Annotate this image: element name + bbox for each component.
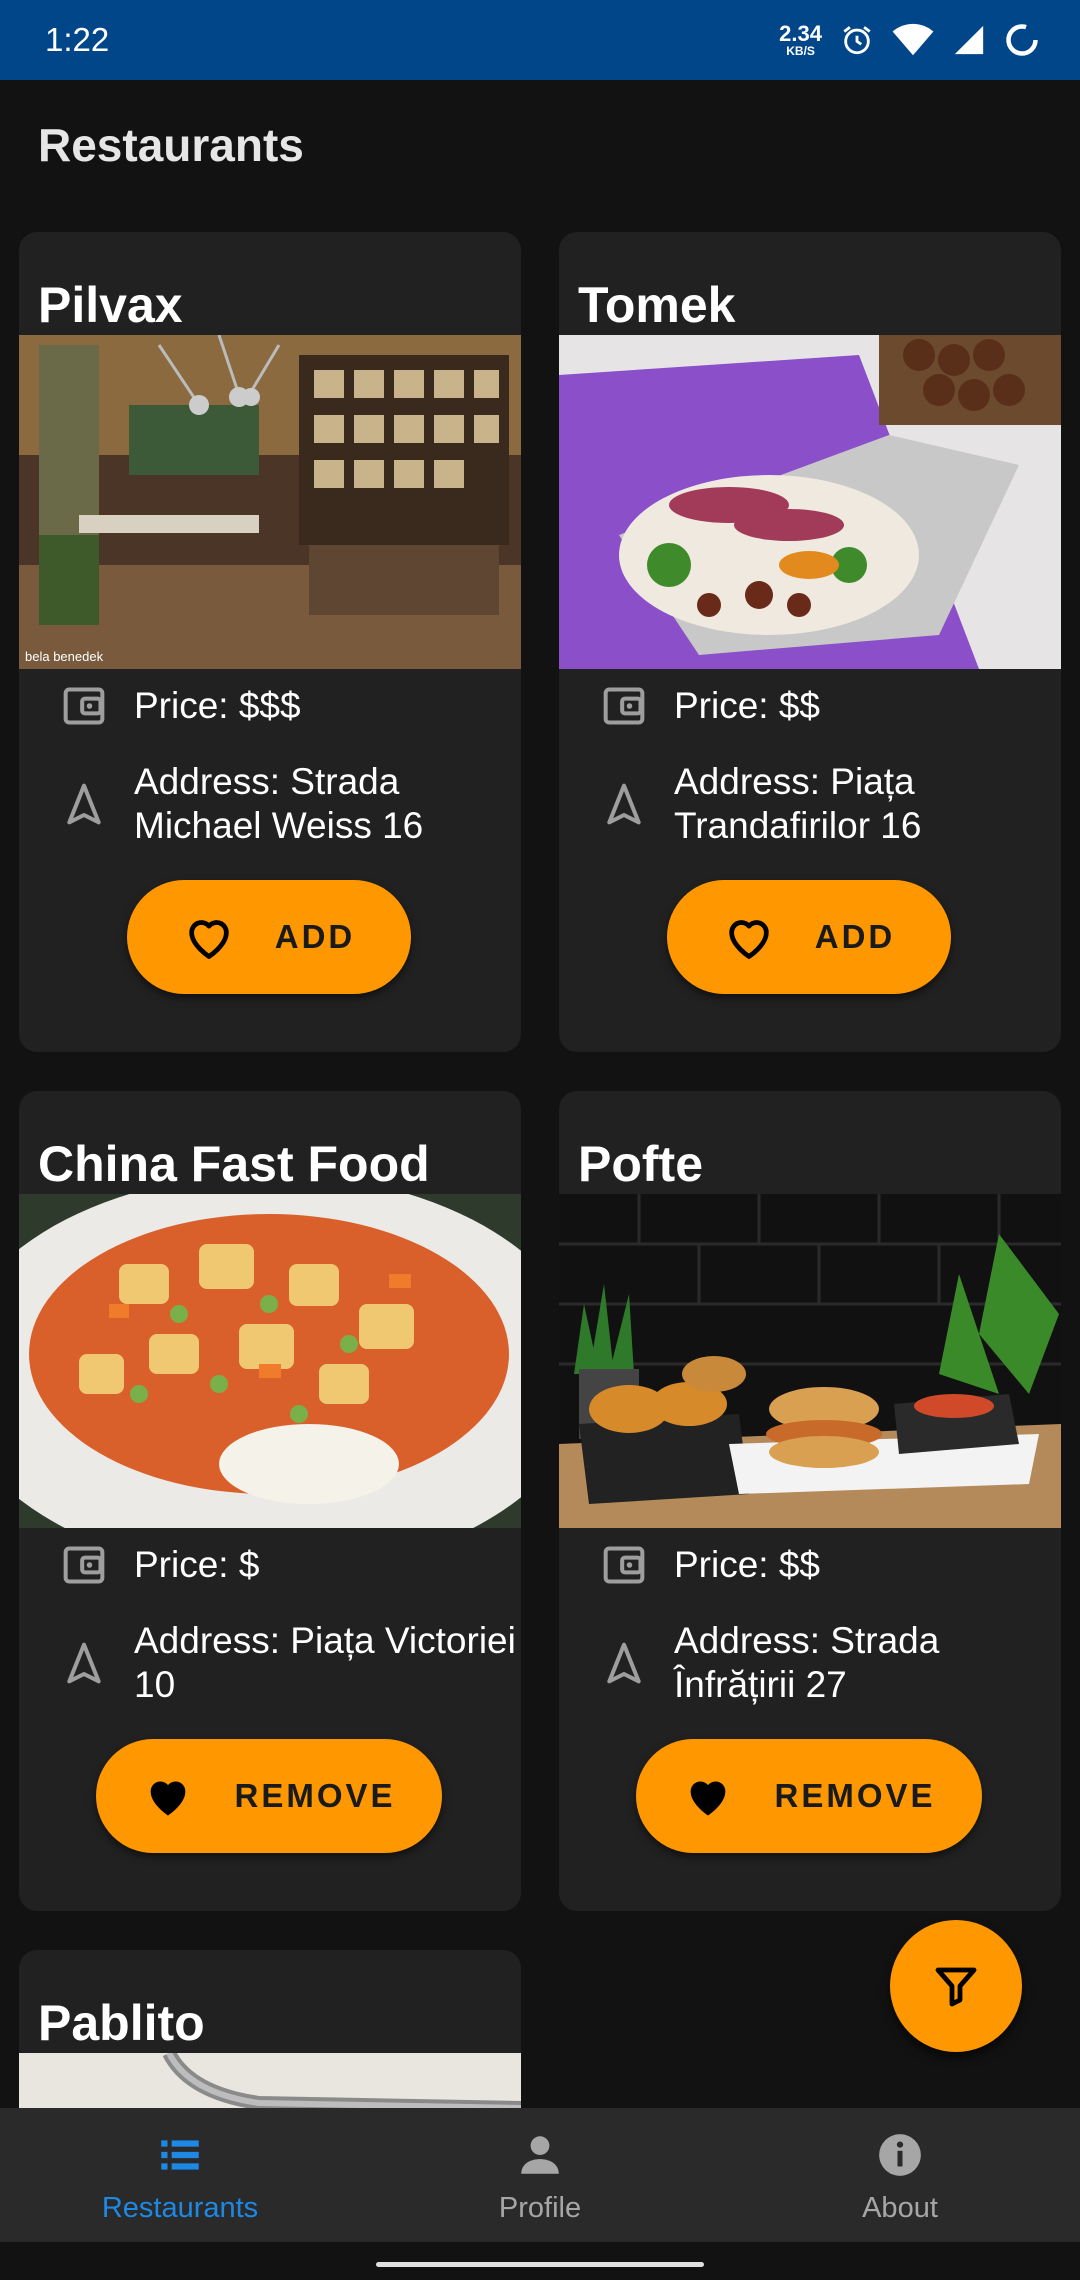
remove-favorite-button[interactable]: REMOVE — [96, 1739, 442, 1853]
heart-outline-icon — [729, 920, 769, 959]
address-row: Address: Strada Michael Weiss 16 — [19, 760, 521, 848]
bottom-navigation: Restaurants Profile About — [0, 2108, 1080, 2242]
restaurant-image — [559, 1194, 1061, 1528]
nav-label: Restaurants — [101, 2192, 259, 2224]
photo-watermark: bela benedek — [25, 649, 104, 664]
price-row: Price: $ — [19, 1543, 521, 1587]
restaurant-card-pablito[interactable]: Pablito — [19, 1950, 521, 2108]
restaurant-grid: Restaurants Pilvax bela benedek Price: $… — [0, 0, 1080, 2108]
remove-favorite-button[interactable]: REMOVE — [636, 1739, 982, 1853]
navigation-arrow-icon — [607, 783, 641, 825]
filter-icon — [935, 1967, 977, 2007]
add-favorite-button[interactable]: ADD — [127, 880, 411, 994]
home-gesture-bar[interactable] — [376, 2262, 704, 2267]
address-text: Address: Strada Înfrățirii 27 — [674, 1620, 940, 1705]
address-row: Address: Piața Victoriei 10 — [19, 1619, 521, 1707]
price-text: Price: $$ — [674, 1544, 821, 1585]
button-label: ADD — [814, 918, 896, 955]
heart-filled-icon — [151, 1781, 186, 1816]
restaurant-image — [19, 1194, 521, 1528]
price-text: Price: $$$ — [134, 685, 301, 726]
button-label: REMOVE — [234, 1777, 396, 1814]
nav-item-profile[interactable]: Profile — [360, 2108, 720, 2242]
list-icon — [161, 2140, 199, 2170]
address-row: Address: Piața Trandafirilor 16 — [559, 760, 1061, 848]
restaurant-image — [19, 2053, 521, 2108]
heart-outline-icon — [189, 920, 229, 959]
filter-button[interactable] — [890, 1920, 1022, 2052]
gesture-navigation-area — [0, 2242, 1080, 2280]
restaurant-image: bela benedek — [19, 335, 521, 669]
restaurant-name: Pablito — [38, 1995, 205, 2051]
person-icon — [521, 2136, 559, 2174]
price-text: Price: $ — [134, 1544, 260, 1585]
button-label: ADD — [274, 918, 356, 955]
price-text: Price: $$ — [674, 685, 821, 726]
address-text: Address: Piața Victoriei 10 — [134, 1620, 516, 1705]
restaurant-name: China Fast Food — [38, 1136, 430, 1192]
nav-item-about[interactable]: About — [720, 2108, 1080, 2242]
heart-filled-icon — [691, 1781, 726, 1816]
price-row: Price: $$ — [559, 1543, 1061, 1587]
restaurant-card-pilvax[interactable]: Pilvax bela benedek Price: $$$ Address: … — [19, 232, 521, 1052]
restaurant-card-pofte[interactable]: Pofte Price: $$ Address: Strada Înfrățir… — [559, 1091, 1061, 1911]
info-icon — [879, 2134, 921, 2176]
nav-label: About — [862, 2192, 938, 2224]
navigation-arrow-icon — [67, 783, 101, 825]
price-row: Price: $$$ — [19, 684, 521, 728]
nav-item-restaurants[interactable]: Restaurants — [0, 2108, 360, 2242]
address-row: Address: Strada Înfrățirii 27 — [559, 1619, 1061, 1707]
wallet-icon — [63, 1546, 105, 1584]
navigation-arrow-icon — [607, 1642, 641, 1684]
restaurant-name: Pilvax — [38, 277, 183, 333]
price-row: Price: $$ — [559, 684, 1061, 728]
address-text: Address: Strada Michael Weiss 16 — [134, 761, 424, 846]
page-title: Restaurants — [38, 119, 304, 171]
restaurant-card-tomek[interactable]: Tomek Price: $$ Address: Piața Trandafir… — [559, 232, 1061, 1052]
restaurant-image — [559, 335, 1061, 669]
wallet-icon — [63, 687, 105, 725]
address-text: Address: Piața Trandafirilor 16 — [674, 761, 922, 846]
navigation-arrow-icon — [67, 1642, 101, 1684]
restaurant-name: Pofte — [578, 1136, 703, 1192]
nav-label: Profile — [498, 2192, 582, 2224]
restaurant-name: Tomek — [578, 277, 736, 333]
wallet-icon — [603, 1546, 645, 1584]
button-label: REMOVE — [774, 1777, 936, 1814]
add-favorite-button[interactable]: ADD — [667, 880, 951, 994]
wallet-icon — [603, 687, 645, 725]
restaurant-card-china-fast-food[interactable]: China Fast Food Price: $ Address: Piața … — [19, 1091, 521, 1911]
